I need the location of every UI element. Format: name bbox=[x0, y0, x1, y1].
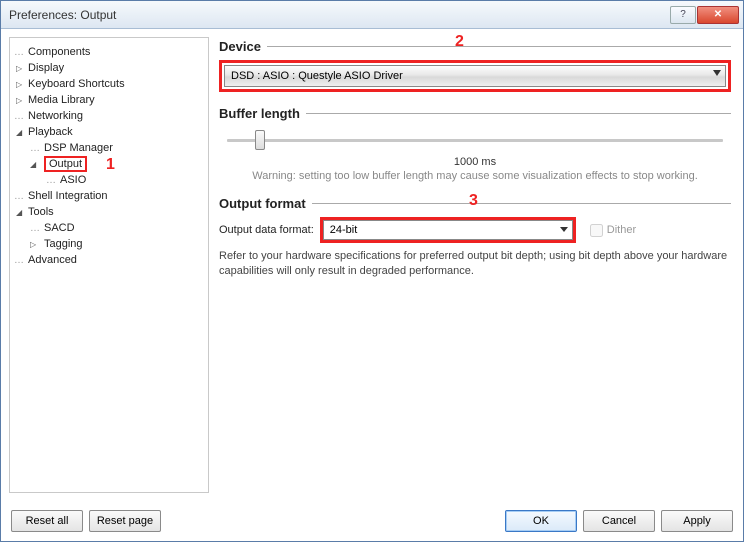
buffer-section-title: Buffer length bbox=[219, 106, 731, 121]
tree-item-label: Media Library bbox=[28, 94, 95, 106]
buffer-warning: Warning: setting too low buffer length m… bbox=[219, 170, 731, 182]
content-pane: Device 2 DSD : ASIO : Questyle ASIO Driv… bbox=[215, 37, 735, 493]
dither-input[interactable] bbox=[590, 224, 603, 237]
tree-item-shell-integration[interactable]: … Shell Integration bbox=[10, 188, 208, 204]
tree-leaf-icon: … bbox=[14, 111, 23, 122]
format-row: Output data format: 24-bit Dither bbox=[219, 217, 731, 243]
format-title-text: Output format bbox=[219, 196, 306, 211]
window-controls: ? ✕ bbox=[670, 6, 739, 24]
tree-arrow-collapsed-icon: ▷ bbox=[16, 96, 22, 105]
tree-item-label: ASIO bbox=[60, 174, 86, 186]
reset-all-button[interactable]: Reset all bbox=[11, 510, 83, 532]
window-title: Preferences: Output bbox=[9, 8, 670, 22]
chevron-down-icon bbox=[713, 70, 721, 76]
dialog-footer: Reset all Reset page OK Cancel Apply bbox=[1, 501, 743, 541]
tree-item-label: DSP Manager bbox=[44, 142, 113, 154]
buffer-value-label: 1000 ms bbox=[219, 156, 731, 168]
device-section-title: Device bbox=[219, 39, 731, 54]
tree-item-asio[interactable]: … ASIO bbox=[10, 172, 208, 188]
tree-arrow-collapsed-icon: ▷ bbox=[16, 64, 22, 73]
dialog-body: … Components ▷ Display ▷ Keyboard Shortcuts ▷ M… bbox=[1, 29, 743, 501]
tree-item-label: SACD bbox=[44, 222, 75, 234]
annotation-2: 2 bbox=[455, 33, 464, 51]
apply-button[interactable]: Apply bbox=[661, 510, 733, 532]
tree-item-tools[interactable]: ◢ Tools bbox=[10, 204, 208, 220]
tree-item-sacd[interactable]: … SACD bbox=[10, 220, 208, 236]
chevron-down-icon bbox=[560, 227, 568, 232]
tree-item-label: Networking bbox=[28, 110, 83, 122]
device-title-text: Device bbox=[219, 39, 261, 54]
tree-item-label: Keyboard Shortcuts bbox=[28, 78, 125, 90]
divider bbox=[306, 113, 731, 114]
tree-arrow-expanded-icon: ◢ bbox=[16, 208, 22, 217]
ok-button[interactable]: OK bbox=[505, 510, 577, 532]
tree-leaf-icon: … bbox=[14, 255, 23, 266]
tree-item-label: Output bbox=[44, 156, 87, 172]
device-highlight-box: DSD : ASIO : Questyle ASIO Driver bbox=[219, 60, 731, 92]
buffer-slider-row bbox=[219, 127, 731, 152]
tree-item-media-library[interactable]: ▷ Media Library bbox=[10, 92, 208, 108]
buffer-title-text: Buffer length bbox=[219, 106, 300, 121]
buffer-slider[interactable] bbox=[227, 139, 723, 142]
divider bbox=[312, 203, 731, 204]
tree-leaf-icon: … bbox=[30, 143, 39, 154]
help-button[interactable]: ? bbox=[670, 6, 696, 24]
tree-item-dsp-manager[interactable]: … DSP Manager bbox=[10, 140, 208, 156]
tree-item-components[interactable]: … Components bbox=[10, 44, 208, 60]
tree-arrow-expanded-icon: ◢ bbox=[30, 160, 36, 169]
tree-item-label: Components bbox=[28, 46, 90, 58]
tree-item-networking[interactable]: … Networking bbox=[10, 108, 208, 124]
tree-item-display[interactable]: ▷ Display bbox=[10, 60, 208, 76]
tree-item-label: Tools bbox=[28, 206, 54, 218]
tree-arrow-collapsed-icon: ▷ bbox=[16, 80, 22, 89]
annotation-3: 3 bbox=[469, 192, 478, 210]
tree-leaf-icon: … bbox=[14, 47, 23, 58]
dither-checkbox[interactable]: Dither bbox=[590, 224, 636, 237]
tree-leaf-icon: … bbox=[46, 175, 55, 186]
tree-item-label: Advanced bbox=[28, 254, 77, 266]
format-dropdown[interactable]: 24-bit bbox=[323, 220, 573, 240]
dither-label: Dither bbox=[607, 224, 636, 236]
format-note: Refer to your hardware specifications fo… bbox=[219, 249, 731, 279]
tree-item-advanced[interactable]: … Advanced bbox=[10, 252, 208, 268]
format-highlight-box: 24-bit bbox=[320, 217, 576, 243]
reset-page-button[interactable]: Reset page bbox=[89, 510, 161, 532]
tree-item-tagging[interactable]: ▷ Tagging bbox=[10, 236, 208, 252]
tree-item-label: Tagging bbox=[44, 238, 83, 250]
tree-item-keyboard-shortcuts[interactable]: ▷ Keyboard Shortcuts bbox=[10, 76, 208, 92]
device-dropdown[interactable]: DSD : ASIO : Questyle ASIO Driver bbox=[224, 65, 726, 87]
format-section-title: Output format 3 bbox=[219, 196, 731, 211]
tree-arrow-collapsed-icon: ▷ bbox=[30, 240, 36, 249]
device-value: DSD : ASIO : Questyle ASIO Driver bbox=[231, 70, 403, 82]
nav-tree[interactable]: … Components ▷ Display ▷ Keyboard Shortcuts ▷ M… bbox=[9, 37, 209, 493]
cancel-button[interactable]: Cancel bbox=[583, 510, 655, 532]
divider bbox=[267, 46, 731, 47]
close-button[interactable]: ✕ bbox=[697, 6, 739, 24]
format-value: 24-bit bbox=[330, 224, 358, 236]
tree-arrow-expanded-icon: ◢ bbox=[16, 128, 22, 137]
preferences-window: Preferences: Output ? ✕ … Components ▷ Disp… bbox=[0, 0, 744, 542]
format-label: Output data format: bbox=[219, 224, 314, 236]
tree-leaf-icon: … bbox=[30, 223, 39, 234]
tree-item-label: Display bbox=[28, 62, 64, 74]
tree-item-playback[interactable]: ◢ Playback bbox=[10, 124, 208, 140]
tree-item-label: Shell Integration bbox=[28, 190, 108, 202]
titlebar: Preferences: Output ? ✕ bbox=[1, 1, 743, 29]
slider-thumb[interactable] bbox=[255, 130, 265, 150]
tree-leaf-icon: … bbox=[14, 191, 23, 202]
tree-item-label: Playback bbox=[28, 126, 73, 138]
